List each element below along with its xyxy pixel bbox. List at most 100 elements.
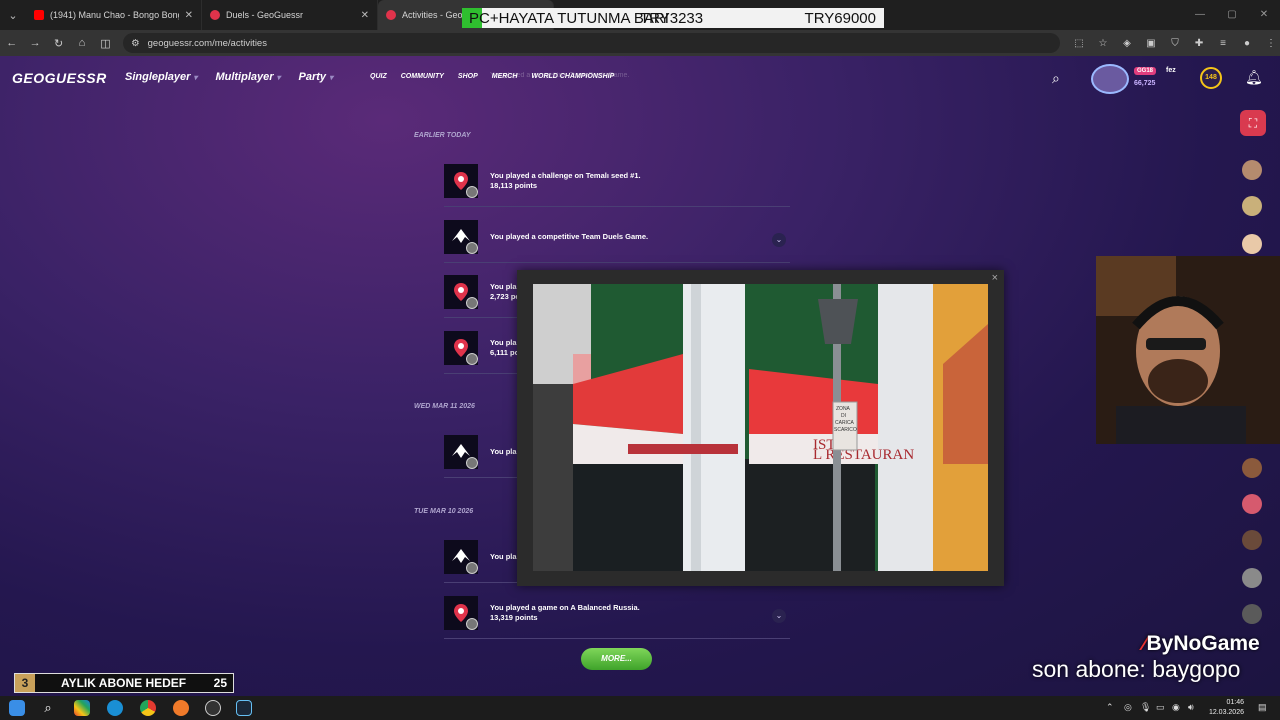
- taskbar: ⌕ ⌃ ◎ 🎙︎ ▭ ◉ 🔊︎ 01:46 12.03.2026 ▤: [0, 696, 1280, 720]
- microphone-icon[interactable]: 🎙︎: [1140, 702, 1151, 713]
- avatar: [466, 457, 478, 469]
- nav-party[interactable]: Party ▾: [299, 71, 334, 83]
- bookmark-star-icon[interactable]: ☆: [1094, 38, 1112, 49]
- nav-community[interactable]: COMMUNITY: [401, 73, 444, 80]
- friend-avatar[interactable]: [1242, 458, 1262, 478]
- extension-icon[interactable]: ◈: [1118, 38, 1136, 49]
- tab-duels[interactable]: Duels - GeoGuessr ✕: [202, 0, 378, 30]
- edge-icon[interactable]: [107, 700, 123, 716]
- notification-badge-icon[interactable]: ⛶: [1240, 110, 1266, 136]
- tray-icon[interactable]: ◎: [1124, 702, 1132, 713]
- back-icon[interactable]: ←: [0, 37, 23, 49]
- clock-time: 01:46: [1226, 699, 1244, 706]
- activity-text: You pla: [490, 552, 517, 561]
- tab-search-icon[interactable]: ⌄: [0, 0, 26, 30]
- nav-multiplayer[interactable]: Multiplayer ▾: [215, 71, 280, 83]
- window-controls: — ▢ ✕: [1184, 0, 1280, 30]
- activity-points: 6,111 po: [490, 348, 520, 357]
- volume-icon[interactable]: 🔊︎: [1188, 702, 1194, 713]
- shield-icon[interactable]: ⛉: [1166, 38, 1184, 49]
- geoguessr-logo[interactable]: GEOGUESSR: [12, 70, 107, 86]
- minimize-icon[interactable]: —: [1184, 0, 1216, 30]
- last-subscriber: son abone: baygopo: [1032, 656, 1241, 682]
- chrome-icon[interactable]: [140, 700, 156, 716]
- site-info-icon[interactable]: ⚙: [131, 38, 140, 49]
- chevron-down-icon[interactable]: ⌄: [772, 609, 786, 623]
- firefox-icon[interactable]: [173, 700, 189, 716]
- image-popup: × L RESTAURAN ISTI ZONA DI CARICA SCARIC…: [517, 270, 1004, 586]
- url-input[interactable]: ⚙ geoguessr.com/me/activities: [123, 33, 1061, 53]
- user-name[interactable]: fez: [1166, 67, 1176, 74]
- url-text: geoguessr.com/me/activities: [147, 37, 267, 49]
- sub-goal-label: AYLIK ABONE HEDEF: [61, 676, 187, 690]
- brand-text: ByNoGame: [1146, 632, 1260, 655]
- more-button[interactable]: MORE...: [581, 648, 652, 670]
- toolbar-icons: ⬚ ☆ ◈ ▣ ⛉ ✚ ≡ ● ⋮: [1070, 38, 1280, 49]
- activity-text: You pla: [490, 447, 517, 456]
- section-label: EARLIER TODAY: [414, 132, 471, 139]
- chevron-down-icon[interactable]: ⌄: [772, 233, 786, 247]
- youtube-icon: [34, 10, 44, 20]
- close-tab-icon[interactable]: ✕: [185, 10, 193, 21]
- sign-text: CARICA: [835, 420, 855, 426]
- sign-text: SCARICO: [834, 427, 857, 433]
- close-tab-icon[interactable]: ✕: [361, 10, 369, 21]
- menu-icon[interactable]: ⋮: [1262, 38, 1280, 49]
- split-view-icon[interactable]: ◫: [94, 37, 117, 50]
- friend-avatar[interactable]: [1242, 160, 1262, 180]
- network-icon[interactable]: ◉: [1172, 702, 1180, 713]
- sub-goal-target: 25: [213, 676, 227, 690]
- forward-icon[interactable]: →: [23, 37, 46, 49]
- notification-icon[interactable]: ▤: [1258, 702, 1267, 713]
- activity-text: You pla: [490, 338, 517, 347]
- brand-logo: ⁄ByNoGame: [1143, 632, 1260, 655]
- steam-icon[interactable]: [236, 700, 252, 716]
- clock-date: 12.03.2026: [1208, 709, 1244, 716]
- puzzle-icon[interactable]: ✚: [1190, 38, 1208, 49]
- nav-singleplayer[interactable]: Singleplayer ▾: [125, 71, 197, 83]
- section-label: WED MAR 11 2026: [414, 403, 475, 410]
- webcam-feed: [1096, 256, 1280, 444]
- friend-avatar[interactable]: [1242, 196, 1262, 216]
- reload-icon[interactable]: ↻: [47, 37, 70, 50]
- app-icon[interactable]: [74, 700, 90, 716]
- geoguessr-icon: [386, 10, 396, 20]
- avatar: [466, 297, 478, 309]
- avatar: [466, 242, 478, 254]
- friend-avatar[interactable]: [1242, 568, 1262, 588]
- extension-icon[interactable]: ▣: [1142, 38, 1160, 49]
- obs-icon[interactable]: [205, 700, 221, 716]
- battery-icon[interactable]: ▭: [1156, 702, 1165, 713]
- sub-goal-current: 3: [15, 674, 35, 692]
- install-icon[interactable]: ⬚: [1070, 38, 1088, 49]
- avatar: [466, 618, 478, 630]
- avatar: [466, 562, 478, 574]
- close-window-icon[interactable]: ✕: [1248, 0, 1280, 30]
- sign-text: ZONA: [836, 406, 851, 412]
- playlist-icon[interactable]: ≡: [1214, 38, 1232, 49]
- search-icon[interactable]: ⌕: [1052, 70, 1060, 87]
- goal-target: TRY69000: [804, 9, 876, 27]
- friend-avatar[interactable]: [1242, 604, 1262, 624]
- maximize-icon[interactable]: ▢: [1216, 0, 1248, 30]
- tab-title: (1941) Manu Chao - Bongo Bong: [50, 10, 179, 20]
- geoguessr-icon: [210, 10, 220, 20]
- tray-chevron-icon[interactable]: ⌃: [1106, 702, 1114, 713]
- friend-avatar[interactable]: [1242, 530, 1262, 550]
- tab-youtube[interactable]: (1941) Manu Chao - Bongo Bong ✕: [26, 0, 202, 30]
- search-icon[interactable]: ⌕: [40, 700, 56, 716]
- nav-quiz[interactable]: QUIZ: [370, 73, 387, 80]
- windows-start-icon[interactable]: [9, 700, 25, 716]
- close-icon[interactable]: ×: [992, 272, 998, 284]
- avatar[interactable]: [1091, 64, 1129, 94]
- profile-icon[interactable]: ●: [1238, 38, 1256, 49]
- street-photo: L RESTAURAN ISTI ZONA DI CARICA SCARICO: [533, 284, 988, 571]
- bell-icon[interactable]: 🔔︎: [1245, 69, 1263, 86]
- section-label: TUE MAR 10 2026: [414, 508, 474, 515]
- faded-activity-row: You played a competitive Team Duels Game…: [490, 72, 630, 79]
- friend-avatar[interactable]: [1242, 494, 1262, 514]
- tab-title: Duels - GeoGuessr: [226, 10, 304, 20]
- home-icon[interactable]: ⌂: [70, 37, 93, 49]
- system-clock[interactable]: 01:46 12.03.2026: [1209, 698, 1244, 718]
- friend-avatar[interactable]: [1242, 234, 1262, 254]
